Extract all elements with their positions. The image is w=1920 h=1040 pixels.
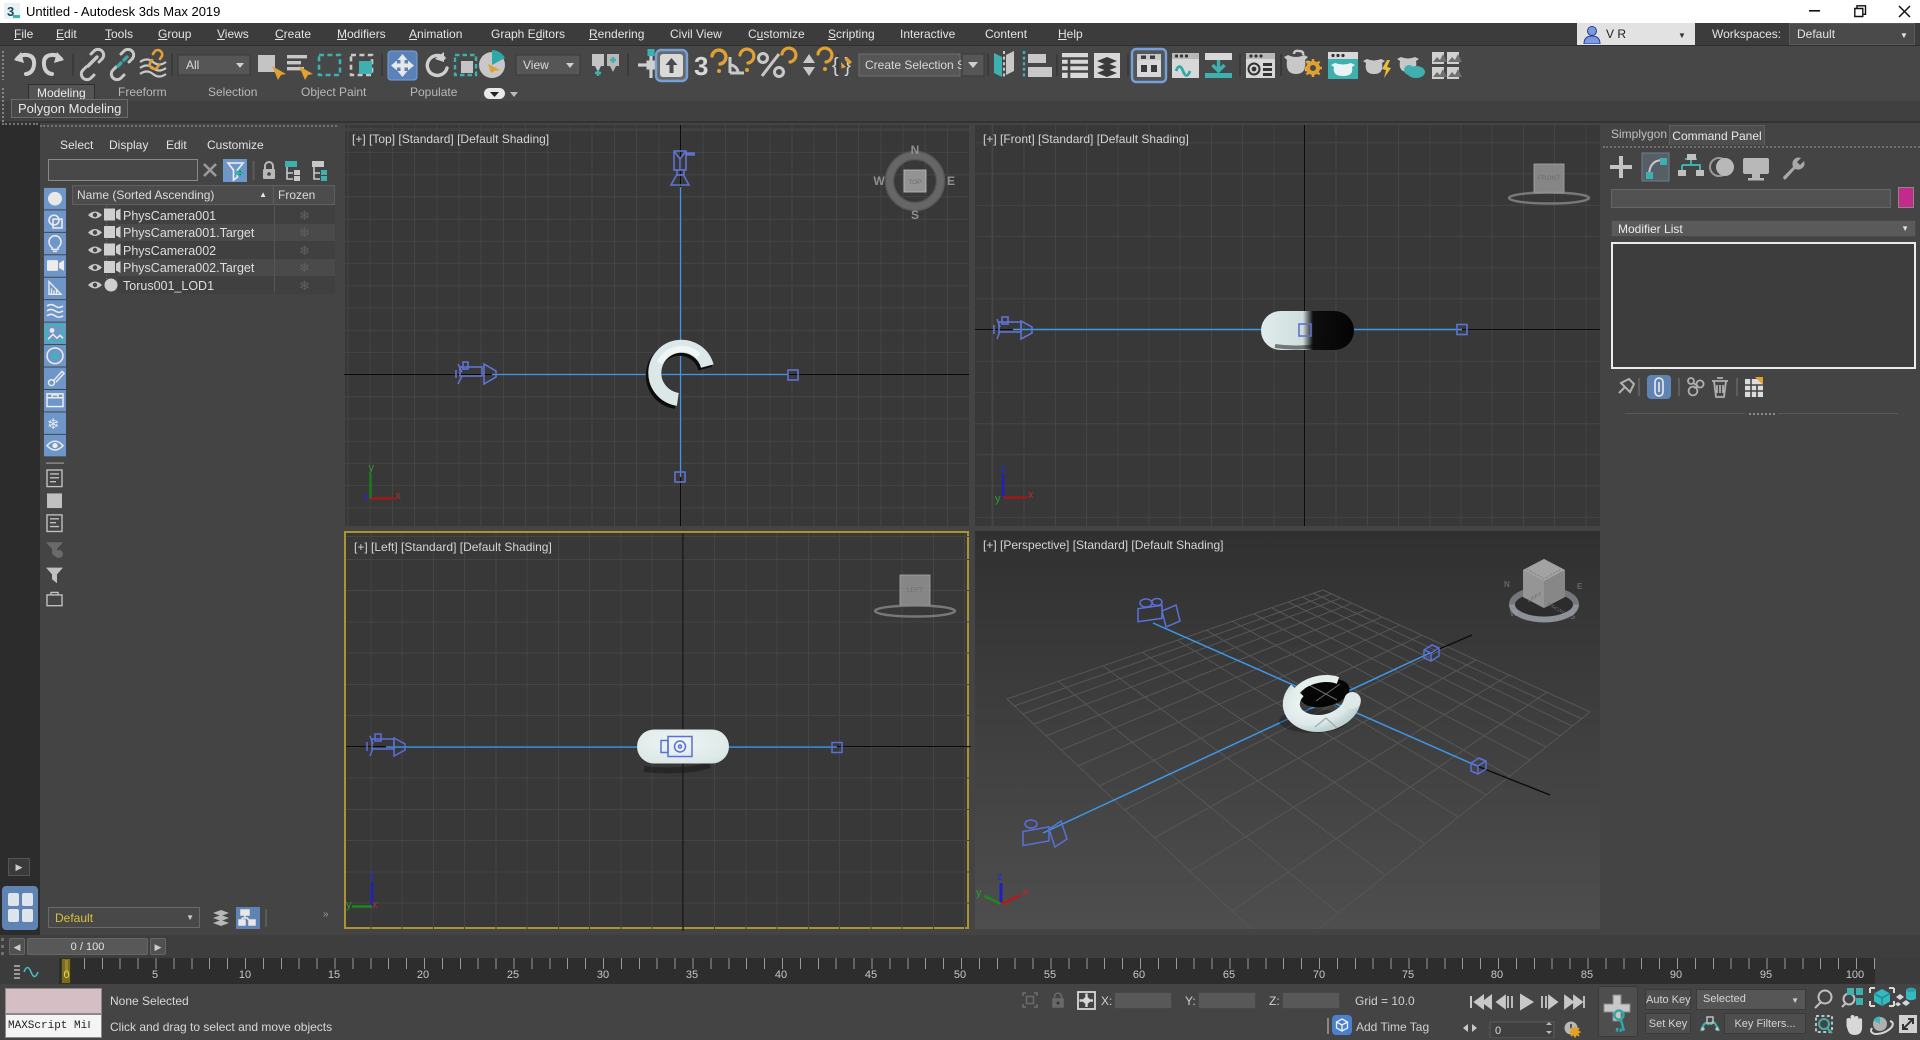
svg-text:y: y	[995, 493, 1001, 505]
svg-text:y: y	[976, 887, 982, 899]
svg-text:N: N	[1504, 580, 1510, 589]
svg-text:z: z	[1000, 463, 1006, 475]
svg-text:❄: ❄	[299, 208, 310, 223]
svg-text:y: y	[369, 462, 375, 474]
svg-text:S: S	[911, 208, 919, 222]
svg-text:y: y	[346, 899, 352, 911]
svg-text:Create Selection Se: Create Selection Se	[865, 58, 972, 72]
svg-text:❄: ❄	[299, 225, 310, 240]
svg-text:TOP: TOP	[908, 179, 921, 186]
svg-text:x: x	[396, 490, 402, 502]
svg-text:x: x	[1023, 886, 1029, 898]
svg-text:E: E	[947, 174, 955, 188]
svg-text:x: x	[372, 899, 378, 911]
svg-text:3: 3	[694, 51, 708, 81]
svg-text:S: S	[1570, 612, 1576, 621]
svg-text:❄: ❄	[47, 417, 60, 433]
svg-text:❄: ❄	[299, 243, 310, 258]
svg-text:x: x	[1028, 489, 1034, 501]
svg-text:❄: ❄	[299, 260, 310, 275]
svg-text:FRONT: FRONT	[1538, 175, 1560, 182]
svg-text:N: N	[911, 143, 920, 157]
svg-text:❄: ❄	[299, 278, 310, 293]
svg-text:0: 0	[1495, 1025, 1501, 1037]
svg-text:W: W	[873, 174, 885, 188]
svg-text:View: View	[523, 58, 549, 72]
svg-text:z: z	[369, 870, 375, 882]
svg-text:z: z	[997, 871, 1003, 883]
svg-text:W: W	[1510, 609, 1518, 618]
svg-text:E: E	[1577, 582, 1583, 591]
svg-text:z: z	[364, 491, 370, 503]
svg-text:LEFT: LEFT	[907, 587, 923, 594]
svg-text:All: All	[186, 58, 199, 72]
